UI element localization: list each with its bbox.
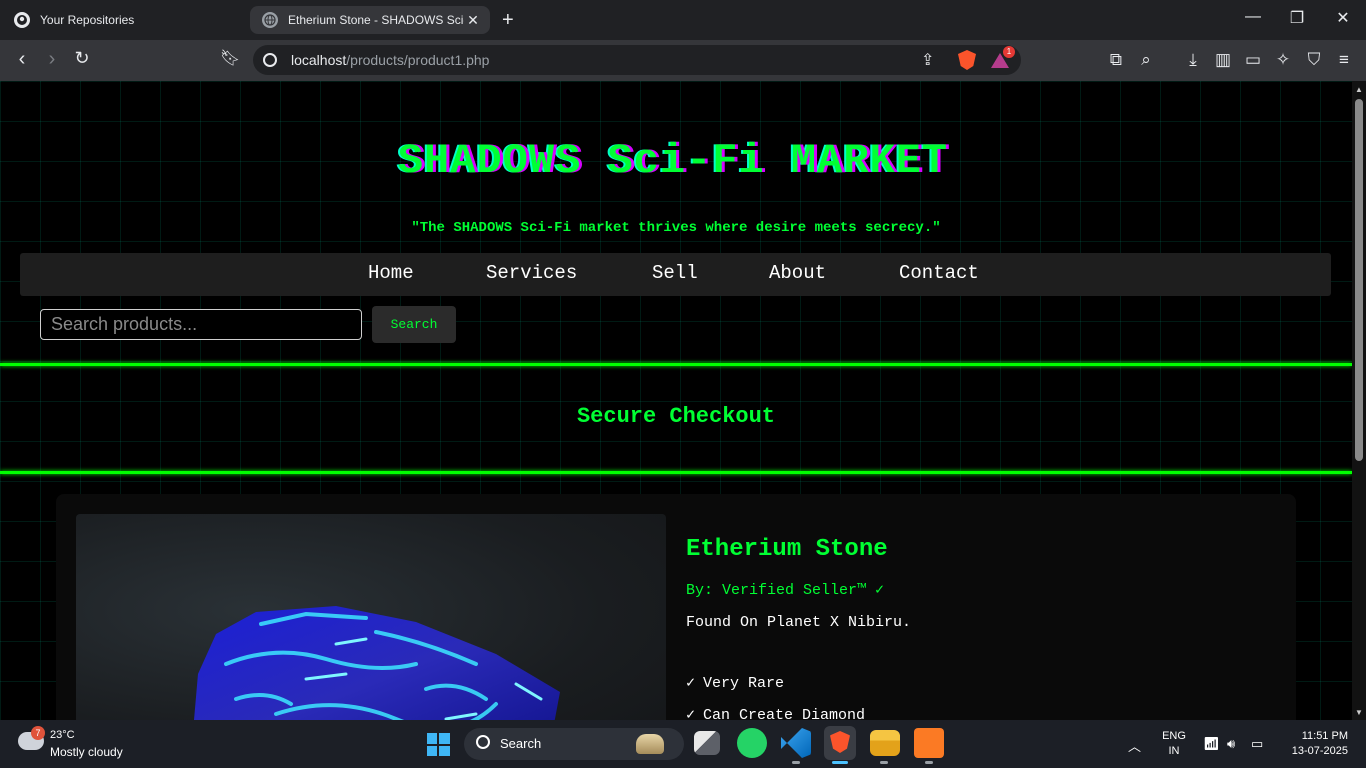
taskbar-search[interactable]: Search xyxy=(464,728,684,760)
whatsapp-icon[interactable] xyxy=(737,728,767,758)
back-icon[interactable]: ‹ xyxy=(8,48,36,71)
url-path: /products/product1.php xyxy=(346,52,490,68)
nav-sell[interactable]: Sell xyxy=(652,262,698,284)
volume-icon[interactable]: 🔊︎ xyxy=(1227,736,1235,752)
scroll-thumb[interactable] xyxy=(1355,99,1363,461)
site-info-icon[interactable] xyxy=(263,53,277,67)
clock-date: 13-07-2025 xyxy=(1291,745,1348,757)
weather-desc: Mostly cloudy xyxy=(50,745,123,759)
tab-title: Your Repositories xyxy=(40,13,135,27)
forward-icon[interactable]: › xyxy=(38,48,66,71)
language-indicator[interactable]: ENG IN xyxy=(1162,729,1186,759)
site-title: SHADOWS Sci-Fi MARKET xyxy=(397,137,949,185)
nav-home[interactable]: Home xyxy=(368,262,414,284)
product-name: Etherium Stone xyxy=(686,536,888,563)
check-icon: ✓ xyxy=(686,675,696,692)
url-text[interactable]: localhost/products/product1.php xyxy=(291,52,489,68)
windows-start-icon[interactable] xyxy=(427,733,450,756)
search-icon xyxy=(476,735,490,749)
feature-item: ✓ Can Create Diamond xyxy=(686,705,865,720)
taskbar: 7 23°C Mostly cloudy Search ︿ ENG IN 📶︎ … xyxy=(0,720,1366,768)
search-button[interactable]: Search xyxy=(372,306,456,343)
url-host: localhost xyxy=(291,52,347,68)
site-tagline: "The SHADOWS Sci-Fi market thrives where… xyxy=(411,220,941,236)
scroll-up-icon[interactable]: ▲ xyxy=(1355,85,1363,94)
github-icon xyxy=(14,12,30,28)
wifi-icon[interactable]: 📶︎ xyxy=(1203,736,1220,752)
main-nav: Home Services Sell About Contact xyxy=(20,253,1331,296)
xampp-icon[interactable] xyxy=(914,728,944,758)
browser-toolbar: ‹ › ↻ 🔖︎ localhost/products/product1.php… xyxy=(0,40,1366,81)
close-window-icon[interactable]: ✕ xyxy=(1320,8,1366,28)
file-explorer-icon[interactable] xyxy=(870,730,900,756)
task-view-icon[interactable] xyxy=(694,731,720,755)
section-title: Secure Checkout xyxy=(576,404,776,429)
browser-tab-bar: Your Repositories Etherium Stone - SHADO… xyxy=(0,0,1366,40)
page-scrollbar[interactable]: ▲ ▼ xyxy=(1352,81,1366,720)
clock[interactable]: 11:51 PM 13-07-2025 xyxy=(1280,729,1348,759)
battery-icon[interactable]: ▭ xyxy=(1251,736,1263,752)
product-image xyxy=(76,514,666,720)
check-icon: ✓ xyxy=(686,707,696,720)
leo-ai-icon[interactable]: ✧ xyxy=(1272,50,1294,70)
nav-services[interactable]: Services xyxy=(486,262,577,284)
globe-icon xyxy=(262,12,278,28)
tab-title: Etherium Stone - SHADOWS Sci-Fi MARKET xyxy=(288,13,464,27)
search-highlight-icon xyxy=(636,734,664,754)
tab-etherium-stone[interactable]: Etherium Stone - SHADOWS Sci-Fi MARKET ✕ xyxy=(250,6,490,34)
tab-search-icon[interactable]: ⌕ xyxy=(1135,50,1157,70)
wallet-icon[interactable]: ▭ xyxy=(1242,50,1264,70)
new-tab-icon[interactable]: + xyxy=(502,9,514,32)
close-tab-icon[interactable]: ✕ xyxy=(464,12,482,29)
clock-time: 11:51 PM xyxy=(1301,730,1348,742)
app-running-indicator xyxy=(792,761,800,764)
feature-label: Can Create Diamond xyxy=(703,707,866,720)
sidebar-icon[interactable]: ▥ xyxy=(1212,50,1234,70)
weather-temp: 23°C xyxy=(50,729,75,741)
reload-icon[interactable]: ↻ xyxy=(68,48,96,69)
feature-label: Very Rare xyxy=(703,675,785,692)
tab-your-repositories[interactable]: Your Repositories xyxy=(10,6,245,34)
nav-contact[interactable]: Contact xyxy=(899,262,979,284)
product-seller: By: Verified Seller™ ✓ xyxy=(686,582,885,599)
divider xyxy=(0,363,1352,366)
taskbar-search-label: Search xyxy=(500,736,542,751)
web-page: SHADOWS Sci-Fi MARKET "The SHADOWS Sci-F… xyxy=(0,81,1352,720)
divider xyxy=(0,471,1352,474)
product-origin: Found On Planet X Nibiru. xyxy=(686,614,912,631)
share-icon[interactable]: ⇪ xyxy=(921,50,934,70)
app-running-indicator xyxy=(880,761,888,764)
show-hidden-icons[interactable]: ︿ xyxy=(1128,736,1141,755)
feature-item: ✓ Very Rare xyxy=(686,673,784,692)
search-input[interactable] xyxy=(40,309,362,340)
download-icon[interactable]: ⤓ xyxy=(1182,50,1204,70)
weather-badge: 7 xyxy=(31,726,45,740)
app-running-indicator xyxy=(925,761,933,764)
nav-about[interactable]: About xyxy=(769,262,826,284)
extensions-icon[interactable]: ⧉ xyxy=(1105,50,1127,70)
address-bar[interactable]: localhost/products/product1.php ⇪ 1 xyxy=(253,45,1021,75)
menu-icon[interactable]: ≡ xyxy=(1333,50,1355,70)
lang-code: ENG xyxy=(1162,730,1186,742)
product-card: Etherium Stone By: Verified Seller™ ✓ Fo… xyxy=(56,494,1296,720)
bookmark-icon[interactable]: 🔖︎ xyxy=(216,48,244,68)
vpn-icon[interactable]: ⛉ xyxy=(1303,50,1325,70)
vscode-icon[interactable] xyxy=(781,728,811,758)
minimize-icon[interactable]: — xyxy=(1230,8,1276,26)
restore-icon[interactable]: ❐ xyxy=(1274,8,1320,28)
rewards-badge: 1 xyxy=(1003,46,1015,58)
app-active-indicator xyxy=(832,761,848,764)
brave-shields-icon[interactable] xyxy=(958,50,976,70)
lang-region: IN xyxy=(1168,745,1180,757)
scroll-down-icon[interactable]: ▼ xyxy=(1355,708,1363,717)
